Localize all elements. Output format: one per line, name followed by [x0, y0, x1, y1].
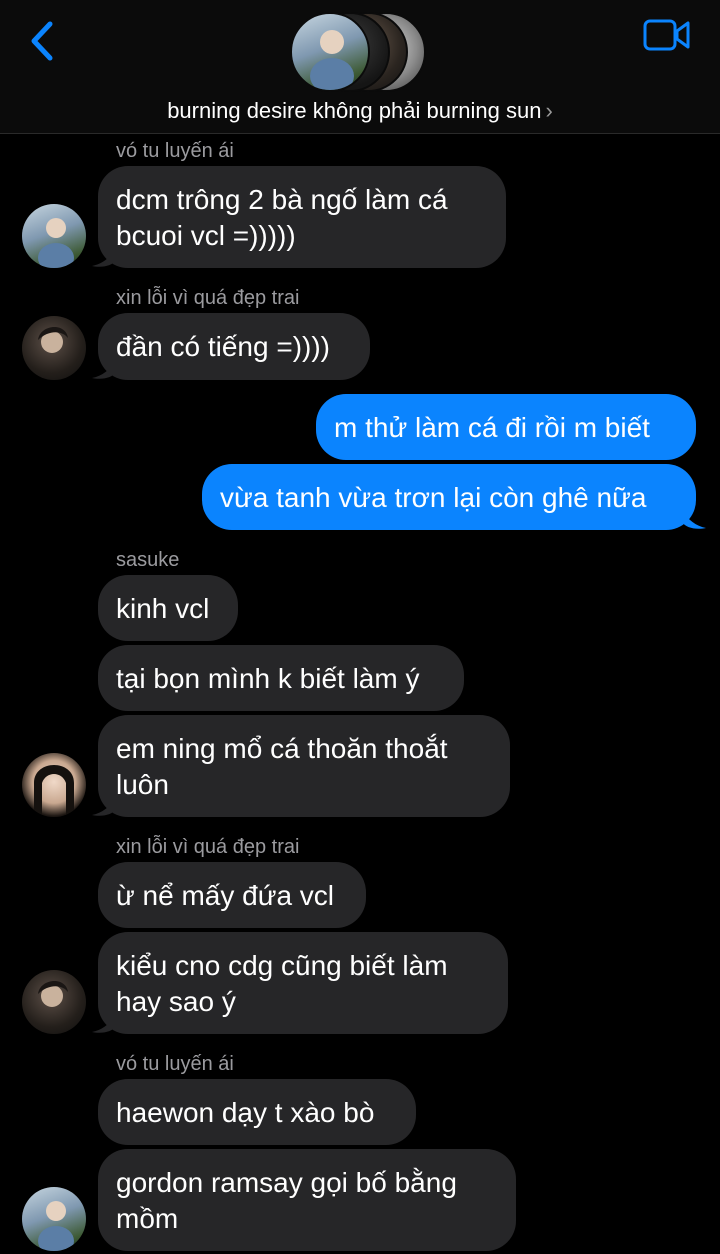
- avatar[interactable]: [22, 753, 86, 817]
- conversation-title[interactable]: burning desire không phải burning sun ›: [0, 98, 720, 124]
- video-call-icon: [643, 19, 690, 51]
- message-line: m thử làm cá đi rồi m biết: [334, 412, 650, 443]
- conversation-title-text: burning desire không phải burning sun: [167, 98, 542, 123]
- message-line: kinh vcl: [116, 593, 210, 624]
- message-line: dcm trông 2 bà ngố làm cá: [116, 184, 448, 215]
- group-avatar[interactable]: [290, 12, 430, 92]
- message-bubble[interactable]: haewon dạy t xào bò: [98, 1079, 416, 1145]
- message-line: hay sao ý: [116, 986, 236, 1017]
- sender-name: xin lỗi vì quá đẹp trai: [116, 287, 300, 309]
- message-line: kiểu cno cdg cũng biết làm: [116, 950, 448, 981]
- sender-name: xin lỗi vì quá đẹp trai: [116, 836, 300, 858]
- message-line: luôn: [116, 769, 169, 800]
- message-bubble[interactable]: dcm trông 2 bà ngố làm cá bcuoi vcl =)))…: [98, 166, 506, 268]
- message-bubble[interactable]: ừ nể mấy đứa vcl: [98, 862, 366, 928]
- sender-name: vó tu luyến ái: [116, 1053, 234, 1075]
- sender-name: sasuke: [116, 549, 180, 571]
- avatar[interactable]: [22, 316, 86, 380]
- message-line: tại bọn mình k biết làm ý: [116, 663, 420, 694]
- member-avatar: [290, 12, 370, 92]
- chevron-right-icon: ›: [545, 98, 553, 123]
- avatar[interactable]: [22, 204, 86, 268]
- avatar[interactable]: [22, 970, 86, 1034]
- message-bubble[interactable]: kinh vcl: [98, 575, 238, 641]
- chevron-left-icon: [31, 21, 53, 61]
- avatar[interactable]: [22, 1187, 86, 1251]
- video-call-button[interactable]: [642, 17, 692, 53]
- message-line: haewon dạy t xào bò: [116, 1097, 375, 1128]
- conversation-header: burning desire không phải burning sun ›: [0, 0, 720, 134]
- sender-name: vó tu luyến ái: [116, 140, 234, 162]
- message-bubble[interactable]: gordon ramsay gọi bố bằng mồm: [98, 1149, 516, 1251]
- outgoing-message-bubble[interactable]: vừa tanh vừa trơn lại còn ghê nữa: [202, 464, 696, 530]
- message-line: gordon ramsay gọi bố bằng: [116, 1167, 457, 1198]
- message-line: mồm: [116, 1203, 179, 1234]
- bubble-tail: [92, 1014, 116, 1033]
- message-line: bcuoi vcl =))))): [116, 220, 296, 251]
- message-bubble[interactable]: đần có tiếng =)))): [98, 313, 370, 380]
- outgoing-message-bubble[interactable]: m thử làm cá đi rồi m biết: [316, 394, 696, 460]
- back-button[interactable]: [24, 18, 64, 66]
- message-bubble[interactable]: em ning mổ cá thoăn thoắt luôn: [98, 715, 510, 817]
- bubble-tail: [682, 510, 706, 529]
- bubble-tail: [92, 797, 116, 816]
- message-line: ừ nể mấy đứa vcl: [116, 880, 335, 911]
- message-line: đần có tiếng =)))): [116, 331, 330, 362]
- bubble-tail: [92, 360, 116, 379]
- message-bubble[interactable]: tại bọn mình k biết làm ý: [98, 645, 464, 711]
- bubble-tail: [92, 248, 116, 267]
- message-line: em ning mổ cá thoăn thoắt: [116, 733, 448, 764]
- message-line: vừa tanh vừa trơn lại còn ghê nữa: [220, 482, 647, 513]
- message-bubble[interactable]: kiểu cno cdg cũng biết làm hay sao ý: [98, 932, 508, 1034]
